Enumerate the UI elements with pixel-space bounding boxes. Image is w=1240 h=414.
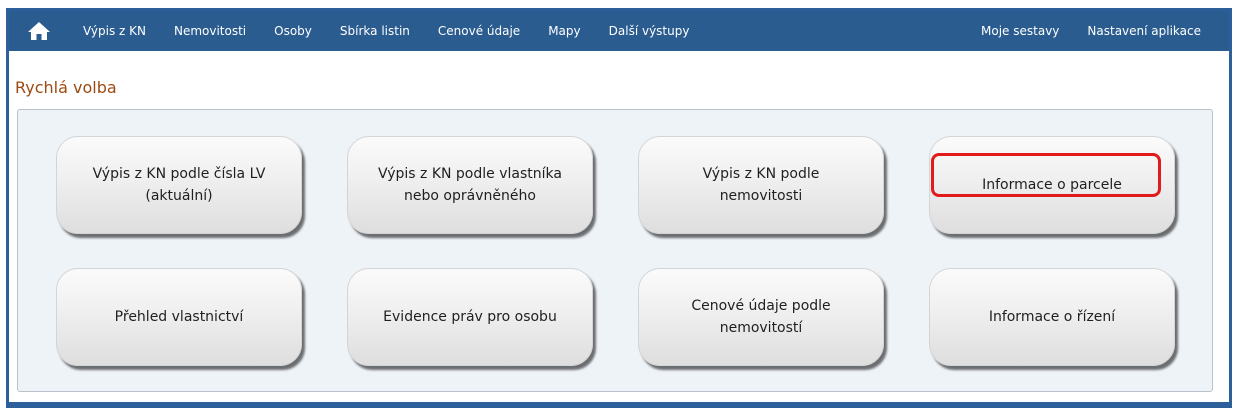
- tile-evidence-prav-pro-osobu[interactable]: Evidence práv pro osobu: [347, 268, 593, 366]
- tile-label: Evidence práv pro osobu: [383, 309, 557, 325]
- tile-vypis-podle-vlastnika[interactable]: Výpis z KN podle vlastníka nebo oprávněn…: [347, 136, 593, 234]
- nav-item-cenove-udaje[interactable]: Cenové údaje: [424, 11, 534, 51]
- tile-label: Cenové údaje podle nemovitostí: [691, 298, 831, 336]
- tile-vypis-podle-nemovitosti[interactable]: Výpis z KN podle nemovitosti: [638, 136, 884, 234]
- nav-item-osoby[interactable]: Osoby: [260, 11, 326, 51]
- nav-item-moje-sestavy[interactable]: Moje sestavy: [967, 11, 1073, 51]
- quick-choice-panel: Výpis z KN podle čísla LV (aktuální) Výp…: [17, 109, 1213, 392]
- nav-item-vypis-z-kn[interactable]: Výpis z KN: [69, 11, 160, 51]
- home-icon: [28, 22, 50, 40]
- app-frame: Výpis z KN Nemovitosti Osoby Sbírka list…: [6, 8, 1232, 408]
- tile-label: Výpis z KN podle nemovitosti: [702, 166, 820, 204]
- nav-item-mapy[interactable]: Mapy: [534, 11, 594, 51]
- top-navbar: Výpis z KN Nemovitosti Osoby Sbírka list…: [9, 11, 1229, 51]
- tile-informace-o-parcele[interactable]: Informace o parcele: [929, 136, 1175, 234]
- tile-informace-o-rizeni[interactable]: Informace o řízení: [929, 268, 1175, 366]
- tile-label: Výpis z KN podle čísla LV (aktuální): [92, 166, 266, 204]
- nav-item-nemovitosti[interactable]: Nemovitosti: [160, 11, 260, 51]
- home-button[interactable]: [9, 11, 69, 51]
- tile-vypis-podle-lv[interactable]: Výpis z KN podle čísla LV (aktuální): [56, 136, 302, 234]
- nav-item-dalsi-vystupy[interactable]: Další výstupy: [595, 11, 704, 51]
- tile-label: Informace o řízení: [988, 309, 1116, 325]
- nav-menu-right: Moje sestavy Nastavení aplikace: [967, 11, 1229, 51]
- tile-label: Výpis z KN podle vlastníka nebo oprávněn…: [378, 166, 562, 204]
- nav-menu-left: Výpis z KN Nemovitosti Osoby Sbírka list…: [69, 11, 703, 51]
- tile-label: Informace o parcele: [982, 177, 1122, 193]
- tile-label: Přehled vlastnictví: [114, 309, 244, 325]
- nav-item-sbirka-listin[interactable]: Sbírka listin: [326, 11, 424, 51]
- tile-prehled-vlastnictvi[interactable]: Přehled vlastnictví: [56, 268, 302, 366]
- section-title: Rychlá volba: [15, 78, 117, 97]
- tile-cenove-udaje-podle-nemovitosti[interactable]: Cenové údaje podle nemovitostí: [638, 268, 884, 366]
- nav-item-nastaveni-aplikace[interactable]: Nastavení aplikace: [1073, 11, 1215, 51]
